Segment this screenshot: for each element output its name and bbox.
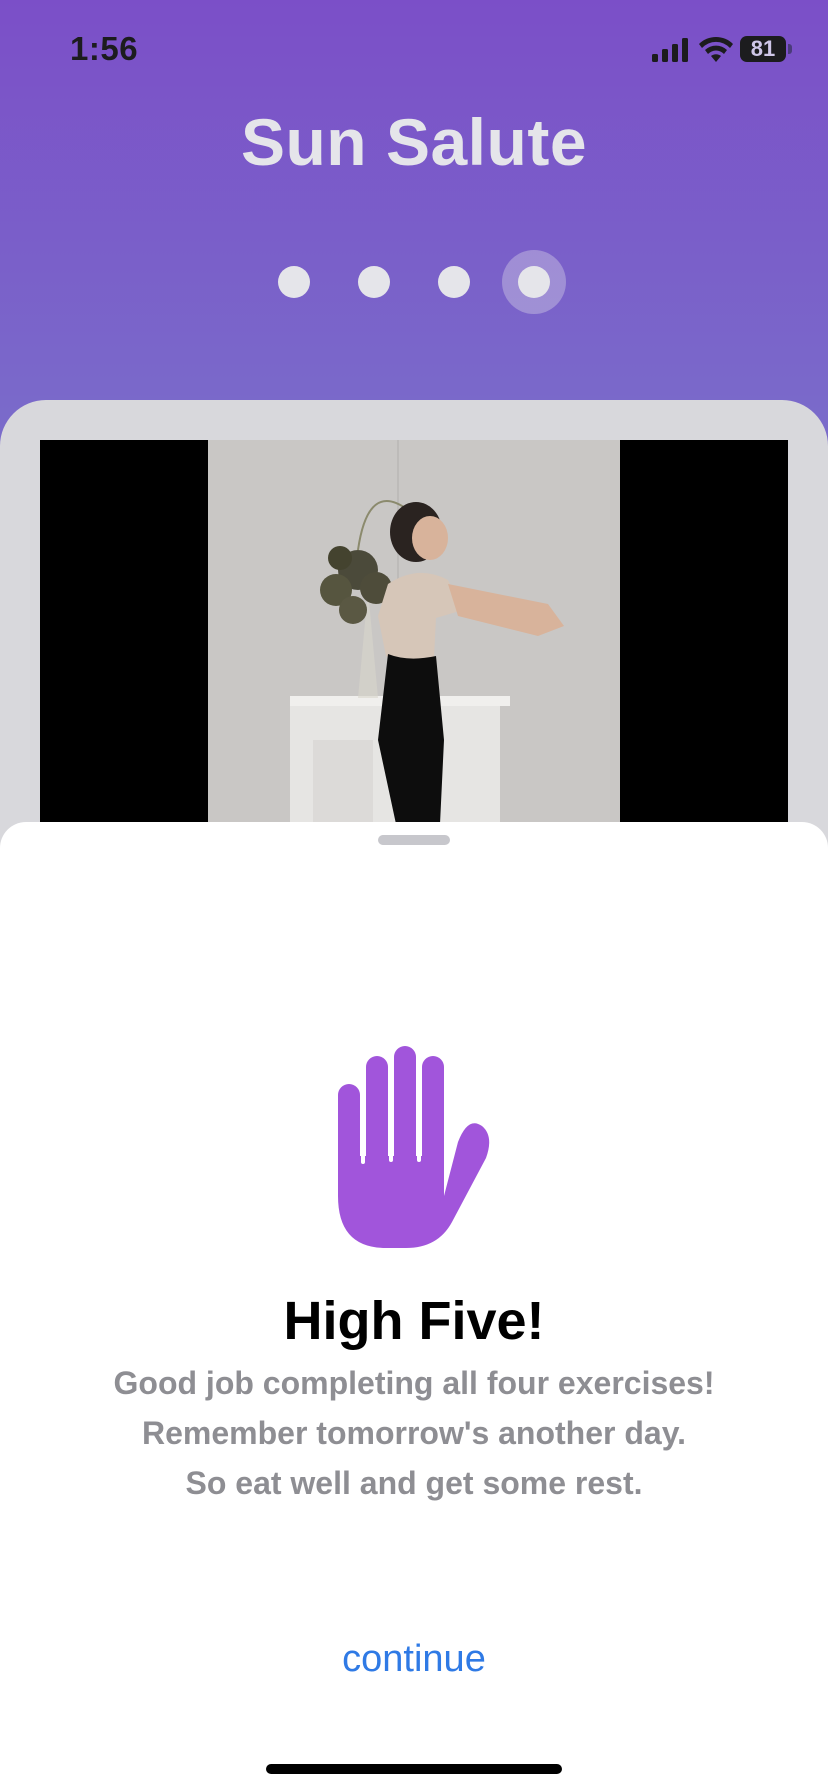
completion-message: Good job completing all four exercises! …	[0, 1358, 828, 1508]
completion-headline: High Five!	[283, 1291, 545, 1351]
page-dot-1[interactable]	[278, 266, 310, 298]
exercise-video[interactable]	[40, 440, 788, 824]
video-frame	[208, 440, 620, 824]
home-indicator[interactable]	[266, 1764, 562, 1774]
page-dot-2[interactable]	[358, 266, 390, 298]
status-time: 1:56	[70, 30, 139, 67]
sheet-grabber[interactable]	[378, 835, 450, 845]
wifi-icon	[699, 36, 733, 62]
page-indicator[interactable]	[0, 250, 828, 314]
video-content-illustration	[208, 440, 620, 824]
battery-percent: 81	[750, 36, 776, 61]
raised-hand-icon	[338, 1046, 490, 1248]
status-bar: 1:56 81	[0, 0, 828, 100]
page-dot-3[interactable]	[438, 266, 470, 298]
cellular-signal-icon	[652, 38, 688, 62]
message-line-3: So eat well and get some rest.	[185, 1465, 643, 1501]
message-line-2: Remember tomorrow's another day.	[141, 1415, 687, 1451]
page-dot-4-core	[518, 266, 550, 298]
message-line-1: Good job completing all four exercises!	[113, 1365, 715, 1401]
continue-button[interactable]: continue	[0, 1638, 828, 1681]
battery-icon: 81	[740, 36, 792, 64]
page-title: Sun Salute	[240, 105, 588, 179]
